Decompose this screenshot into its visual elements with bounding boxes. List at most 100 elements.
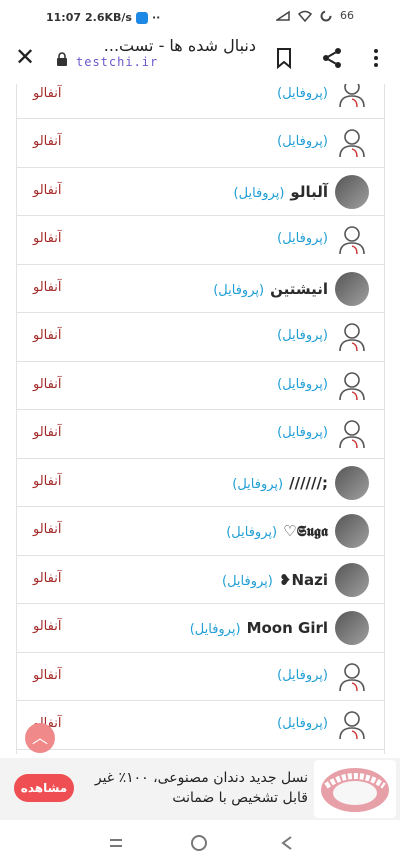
home-icon[interactable] — [190, 834, 208, 852]
avatar[interactable] — [335, 514, 369, 548]
app-notification-icon — [135, 11, 148, 24]
denture-icon — [321, 768, 389, 812]
list-item: (پروفایل) آنفالو — [17, 84, 384, 119]
avatar[interactable] — [335, 611, 369, 645]
ad-text[interactable]: نسل جدید دندان مصنوعی، ۱۰۰٪ غیر قابل تشخ… — [88, 768, 308, 808]
user-name-group: ♡𝕾𝖚𝖌𝖆 (پروفایل) — [226, 522, 328, 540]
profile-link[interactable]: (پروفایل) — [277, 716, 328, 731]
list-item: (پروفایل) آنفالو — [17, 313, 384, 362]
battery-ring-icon — [320, 10, 332, 21]
page-url: testchi.ir — [76, 55, 159, 69]
profile-link[interactable]: (پروفایل) — [190, 622, 241, 637]
wifi-icon — [298, 10, 312, 22]
unfollow-button[interactable]: آنفالو — [33, 328, 61, 343]
profile-link[interactable]: (پروفایل) — [277, 377, 328, 392]
unfollow-button[interactable]: آنفالو — [33, 425, 61, 440]
unfollow-button[interactable]: آنفالو — [33, 619, 61, 634]
user-name-group: //////; (پروفایل) — [232, 474, 328, 492]
ad-view-button[interactable]: مشاهده — [14, 774, 74, 802]
user-name-group: (پروفایل) — [277, 668, 328, 683]
unfollow-button[interactable]: آنفالو — [33, 231, 61, 246]
status-speed: 2.6KB/s — [85, 11, 132, 24]
username[interactable]: انیشتین — [270, 280, 328, 298]
profile-link[interactable]: (پروفایل) — [277, 231, 328, 246]
list-item: (پروفایل) آنفالو — [17, 216, 384, 265]
default-avatar-icon[interactable] — [335, 84, 369, 110]
status-bar: 11:07 2.6KB/s ·· 66 — [0, 0, 400, 34]
list-item: //////; (پروفایل) آنفالو — [17, 459, 384, 507]
user-name-group: Moon Girl (پروفایل) — [190, 619, 328, 637]
following-list: (پروفایل) آنفالو (پروفایل) آنفالو آلبالو (پرو… — [16, 84, 385, 754]
user-name-group: ❥Nazi (پروفایل) — [222, 571, 328, 589]
user-name-group: (پروفایل) — [277, 377, 328, 392]
list-item: (پروفایل) آنفالو — [17, 653, 384, 701]
unfollow-button[interactable]: آنفالو — [33, 183, 61, 198]
avatar[interactable] — [335, 562, 369, 597]
status-dots: ·· — [151, 11, 161, 24]
list-item: آلبالو (پروفایل) آنفالو — [17, 168, 384, 216]
ad-banner[interactable]: نسل جدید دندان مصنوعی، ۱۰۰٪ غیر قابل تشخ… — [0, 758, 400, 820]
unfollow-button[interactable]: آنفالو — [33, 377, 61, 392]
user-name-group: آلبالو (پروفایل) — [234, 183, 328, 201]
user-name-group: (پروفایل) — [277, 425, 328, 440]
page-title-area[interactable]: دنبال شده ها - تست... testchi.ir — [76, 36, 256, 84]
lock-icon — [57, 52, 67, 66]
more-vertical-icon[interactable] — [364, 46, 388, 70]
profile-link[interactable]: (پروفایل) — [234, 186, 285, 201]
back-icon[interactable] — [280, 835, 294, 851]
profile-link[interactable]: (پروفایل) — [277, 86, 328, 101]
unfollow-button[interactable]: آنفالو — [33, 668, 61, 683]
avatar[interactable] — [335, 465, 369, 500]
recents-icon[interactable] — [108, 836, 124, 850]
bookmark-icon[interactable] — [272, 46, 296, 70]
default-avatar-icon[interactable] — [335, 126, 369, 160]
status-right: 66 — [276, 9, 354, 22]
username[interactable]: آلبالو — [290, 183, 328, 201]
page-title: دنبال شده ها - تست... — [103, 36, 256, 55]
default-avatar-icon[interactable] — [335, 417, 369, 451]
profile-link[interactable]: (پروفایل) — [232, 477, 283, 492]
username[interactable]: ❥Nazi — [279, 571, 328, 589]
unfollow-button[interactable]: آنفالو — [33, 280, 61, 295]
default-avatar-icon[interactable] — [335, 708, 369, 742]
status-left: 11:07 2.6KB/s ·· — [46, 11, 160, 24]
unfollow-button[interactable]: آنفالو — [33, 134, 61, 149]
unfollow-button[interactable]: آنفالو — [33, 571, 61, 586]
user-name-group: انیشتین (پروفایل) — [213, 280, 328, 298]
user-name-group: (پروفایل) — [277, 328, 328, 343]
username[interactable]: ♡𝕾𝖚𝖌𝖆 — [283, 522, 328, 540]
profile-link[interactable]: (پروفایل) — [222, 574, 273, 589]
share-icon[interactable] — [320, 46, 344, 70]
username[interactable]: Moon Girl — [247, 619, 328, 637]
profile-link[interactable]: (پروفایل) — [277, 328, 328, 343]
default-avatar-icon[interactable] — [335, 369, 369, 403]
user-name-group: (پروفایل) — [277, 134, 328, 149]
unfollow-button[interactable]: آنفالو — [33, 522, 61, 537]
browser-toolbar: ✕ دنبال شده ها - تست... testchi.ir — [0, 34, 400, 84]
default-avatar-icon[interactable] — [335, 660, 369, 694]
profile-link[interactable]: (پروفایل) — [277, 425, 328, 440]
list-item: (پروفایل) آنفالو — [17, 701, 384, 750]
default-avatar-icon[interactable] — [335, 223, 369, 257]
default-avatar-icon[interactable] — [335, 320, 369, 354]
profile-link[interactable]: (پروفایل) — [277, 668, 328, 683]
ad-image[interactable] — [314, 760, 396, 818]
list-item: (پروفایل) آنفالو — [17, 119, 384, 168]
profile-link[interactable]: (پروفایل) — [213, 283, 264, 298]
list-item: (پروفایل) آنفالو — [17, 410, 384, 459]
user-name-group: (پروفایل) — [277, 716, 328, 731]
avatar[interactable] — [335, 271, 369, 306]
mute-icon — [276, 10, 290, 21]
unfollow-button[interactable]: آنفالو — [33, 86, 61, 101]
profile-link[interactable]: (پروفایل) — [277, 134, 328, 149]
list-item: ♡𝕾𝖚𝖌𝖆 (پروفایل) آنفالو — [17, 507, 384, 556]
status-time: 11:07 — [46, 11, 82, 24]
close-icon[interactable]: ✕ — [12, 44, 38, 70]
profile-link[interactable]: (پروفایل) — [226, 525, 277, 540]
list-item: Moon Girl (پروفایل) آنفالو — [17, 604, 384, 653]
unfollow-button[interactable]: آنفالو — [33, 474, 61, 489]
username[interactable]: //////; — [289, 474, 328, 492]
avatar[interactable] — [335, 174, 369, 209]
chevron-up-icon[interactable]: ︿ — [25, 723, 55, 753]
battery-level: 66 — [340, 9, 354, 22]
